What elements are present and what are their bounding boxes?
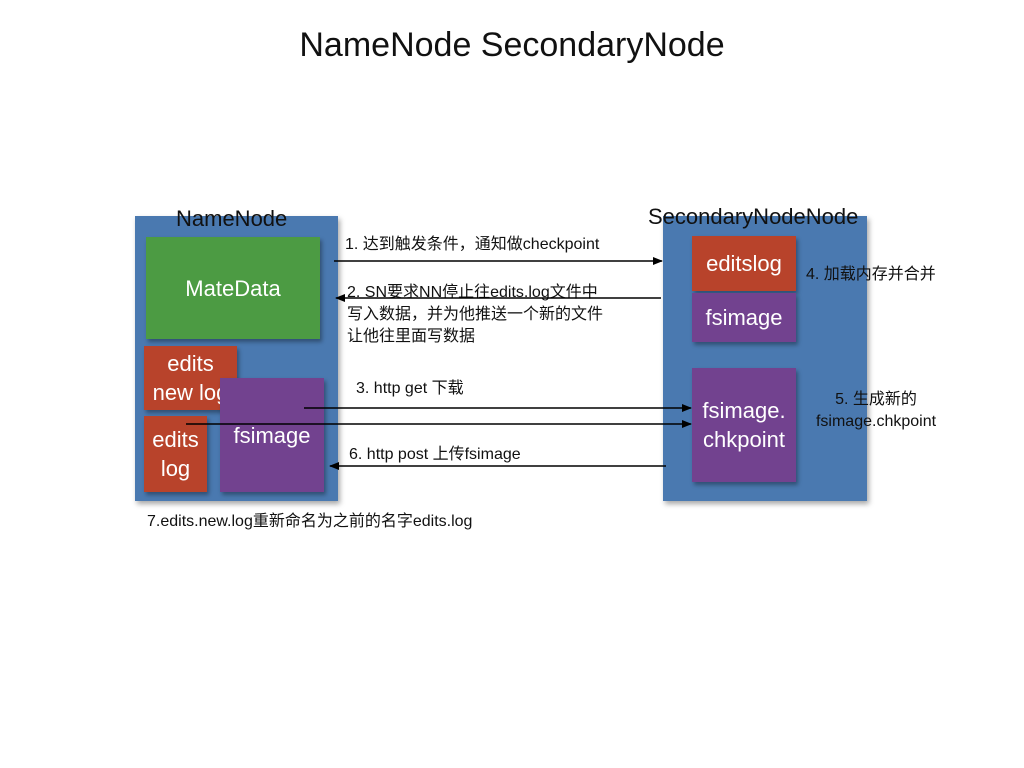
flow-arrows <box>186 257 692 470</box>
